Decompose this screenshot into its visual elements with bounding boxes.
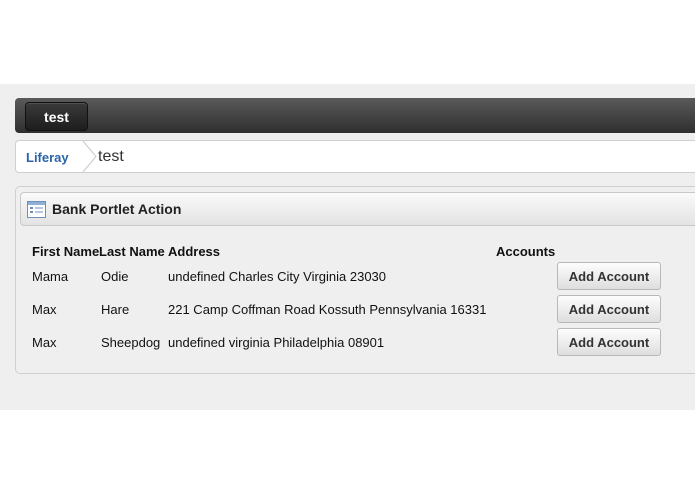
breadcrumb-current: test [98,148,124,165]
portlet-table-icon [27,201,46,218]
add-account-button[interactable]: Add Account [557,328,661,356]
dockbar: test [15,98,695,133]
portlet-title: Bank Portlet Action [52,201,182,217]
breadcrumb-chevron-icon [82,141,97,172]
cell-last-name: Sheepdog [101,335,161,350]
portlet-header: Bank Portlet Action [20,192,695,226]
column-header-last-name: Last Name [99,244,165,259]
add-account-button[interactable]: Add Account [557,295,661,323]
breadcrumb: Liferay test [15,140,695,173]
site-tab-label: test [44,108,69,125]
column-header-address: Address [168,244,221,259]
column-header-accounts: Accounts [496,244,556,259]
cell-first-name: Max [32,302,57,317]
cell-address: undefined Charles City Virginia 23030 [168,269,387,284]
cell-first-name: Max [32,335,57,350]
site-tab-test[interactable]: test [25,102,88,131]
cell-last-name: Odie [101,269,129,284]
cell-address: undefined virginia Philadelphia 08901 [168,335,385,350]
cell-address: 221 Camp Coffman Road Kossuth Pennsylvan… [168,302,487,317]
breadcrumb-home-link[interactable]: Liferay [26,150,69,165]
cell-first-name: Mama [32,269,69,284]
cell-last-name: Hare [101,302,130,317]
column-header-first-name: First Name [32,244,100,259]
add-account-button[interactable]: Add Account [557,262,661,290]
